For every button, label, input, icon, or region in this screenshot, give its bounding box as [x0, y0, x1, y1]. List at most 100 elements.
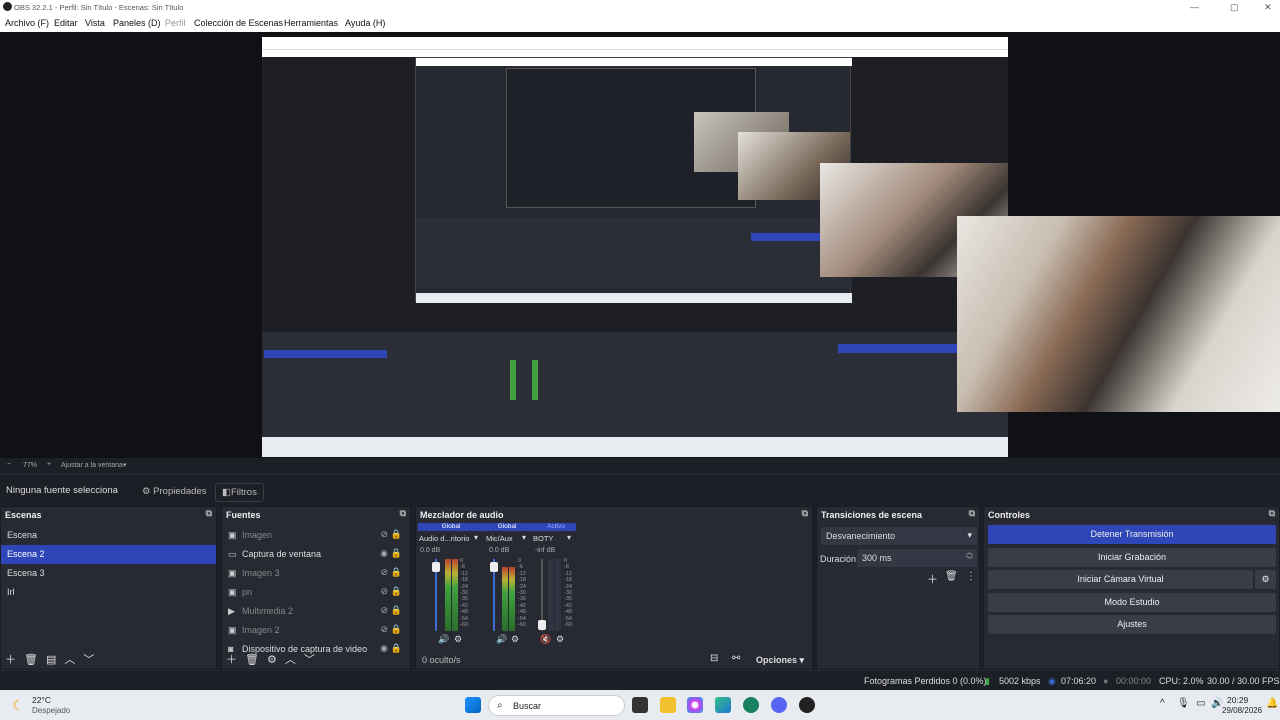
dock-options-icon[interactable]: ⧉	[400, 508, 406, 519]
lock-icon[interactable]: 🔒	[391, 529, 402, 540]
trash-icon[interactable]: 🗑	[24, 654, 38, 666]
windows-start-icon[interactable]	[465, 697, 481, 713]
chevron-down-icon[interactable]: ▾	[522, 533, 526, 542]
scene-item-selected[interactable]: Escena 2	[1, 545, 216, 564]
chevron-up-icon[interactable]: ^	[1160, 698, 1165, 709]
dock-options-icon[interactable]: ⧉	[206, 508, 212, 519]
options-button[interactable]: Opciones ▾	[756, 655, 804, 666]
search-box[interactable]: ⌕ Buscar	[488, 695, 625, 716]
properties-button[interactable]: ⚙ Propiedades	[136, 483, 213, 500]
menu-ayuda[interactable]: Ayuda (H)	[345, 18, 385, 28]
gear-icon[interactable]: ⚙	[267, 654, 277, 666]
chevron-down-icon[interactable]: ▾	[474, 533, 478, 542]
transition-select[interactable]: Desvanecimiento ▾	[821, 527, 977, 545]
volume-knob[interactable]	[490, 562, 498, 572]
source-item[interactable]: ▭ Captura de ventana ◉ 🔒	[222, 545, 410, 564]
speaker-icon[interactable]: 🔊	[438, 634, 449, 645]
scene-item[interactable]: Escena	[1, 526, 216, 545]
lock-icon[interactable]: 🔒	[391, 586, 402, 597]
copilot-icon[interactable]	[687, 697, 703, 713]
gear-icon[interactable]: ⚙	[1255, 570, 1276, 589]
source-item[interactable]: ▶ Multimedia 2 ⊘ 🔒	[222, 602, 410, 621]
close-button[interactable]: ✕	[1264, 2, 1272, 13]
chevron-up-icon[interactable]: ︿	[285, 654, 296, 666]
lock-icon[interactable]: 🔒	[391, 624, 402, 635]
lock-icon[interactable]: 🔒	[391, 548, 402, 559]
speaker-icon[interactable]: 🔊	[496, 634, 507, 645]
eye-icon[interactable]: ◉	[380, 643, 388, 654]
dock-options-icon[interactable]: ⧉	[802, 508, 808, 519]
task-view-icon[interactable]	[632, 697, 648, 713]
zoom-out-button[interactable]: −	[7, 461, 11, 468]
obs-icon[interactable]	[799, 697, 815, 713]
chevron-down-icon[interactable]: ▾	[567, 533, 571, 542]
speaker-muted-icon[interactable]: 🔇	[540, 634, 551, 645]
menu-vista[interactable]: Vista	[85, 18, 105, 28]
add-icon[interactable]: ＋	[5, 654, 16, 666]
zoom-in-button[interactable]: +	[47, 461, 51, 468]
chevron-down-icon[interactable]: ﹀	[83, 654, 94, 666]
link-icon[interactable]: ⚯	[732, 653, 740, 664]
menu-archivo[interactable]: Archivo (F)	[5, 18, 49, 28]
eye-off-icon[interactable]: ⊘	[380, 605, 388, 616]
filter-icon[interactable]: ▤	[46, 654, 56, 666]
source-item[interactable]: ▣ pn ⊘ 🔒	[222, 583, 410, 602]
chevron-down-icon[interactable]: ▾	[123, 461, 127, 469]
microphone-icon[interactable]: 🎙	[1177, 698, 1190, 709]
scene-item[interactable]: Escena 3	[1, 564, 216, 583]
menu-herramientas[interactable]: Herramientas	[284, 18, 338, 28]
dock-options-icon[interactable]: ⧉	[969, 508, 975, 519]
chevron-up-icon[interactable]: ︿	[64, 654, 75, 666]
dock-options-icon[interactable]: ⧉	[1269, 508, 1275, 519]
edge-icon[interactable]	[715, 697, 731, 713]
source-item[interactable]: ▣ Imagen 3 ⊘ 🔒	[222, 564, 410, 583]
stepper-icon[interactable]: ︿ ﹀	[966, 549, 973, 565]
lock-icon[interactable]: 🔒	[391, 567, 402, 578]
scene-item[interactable]: Irl	[1, 583, 216, 602]
eye-off-icon[interactable]: ⊘	[380, 529, 388, 540]
settings-button[interactable]: Ajustes	[988, 615, 1276, 634]
filters-button[interactable]: ◧Filtros	[215, 483, 264, 502]
layout-icon[interactable]: ⊟	[710, 653, 718, 664]
eye-off-icon[interactable]: ⊘	[380, 567, 388, 578]
menu-editar[interactable]: Editar	[54, 18, 78, 28]
db-scale: 0 -6 -12 -18 -24 -30 -36 -42 -48 -54 -60	[564, 558, 572, 629]
menu-coleccion-escenas[interactable]: Colección de Escenas	[194, 18, 283, 28]
chevron-down-icon[interactable]: ﹀	[304, 654, 315, 666]
folder-icon[interactable]	[660, 697, 676, 713]
eye-off-icon[interactable]: ⊘	[380, 624, 388, 635]
app-icon[interactable]	[743, 697, 759, 713]
menu-perfil[interactable]: Perfil	[165, 18, 186, 28]
volume-knob[interactable]	[432, 562, 440, 572]
source-item[interactable]: ▣ Imagen 2 ⊘ 🔒	[222, 621, 410, 640]
more-icon[interactable]: ⋮	[966, 571, 976, 582]
gear-icon[interactable]: ⚙	[556, 634, 564, 645]
virtual-camera-button[interactable]: Iniciar Cámara Virtual	[988, 570, 1253, 589]
trash-icon[interactable]: 🗑	[945, 571, 958, 582]
stop-stream-button[interactable]: Detener Transmisión	[988, 525, 1276, 544]
discord-icon[interactable]	[771, 697, 787, 713]
cpu-usage: CPU: 2.0%	[1159, 676, 1204, 686]
preview-canvas[interactable]	[262, 37, 1008, 457]
title-bar: OBS 32.2.1 - Perfil: Sin Título - Escena…	[0, 0, 1280, 14]
minimize-button[interactable]: —	[1190, 2, 1199, 12]
add-icon[interactable]: ＋	[927, 571, 938, 587]
menu-paneles[interactable]: Paneles (D)	[113, 18, 161, 28]
eye-off-icon[interactable]: ⊘	[380, 586, 388, 597]
start-recording-button[interactable]: Iniciar Grabación	[988, 548, 1276, 567]
add-icon[interactable]: ＋	[226, 654, 237, 666]
volume-knob[interactable]	[538, 620, 546, 630]
lock-icon[interactable]: 🔒	[391, 605, 402, 616]
maximize-button[interactable]: ▢	[1230, 2, 1239, 13]
notification-icon[interactable]: 🔔	[1266, 698, 1278, 709]
duration-spinner[interactable]: 300 ms ︿ ﹀	[857, 549, 977, 567]
zoom-fit-select[interactable]: Ajustar a la ventana	[61, 462, 123, 469]
eye-icon[interactable]: ◉	[380, 548, 388, 559]
studio-mode-button[interactable]: Modo Estudio	[988, 593, 1276, 612]
trash-icon[interactable]: 🗑	[245, 654, 259, 666]
gear-icon[interactable]: ⚙	[511, 634, 519, 645]
source-item[interactable]: ▣ Imagen ⊘ 🔒	[222, 526, 410, 545]
gear-icon[interactable]: ⚙	[454, 634, 462, 645]
monitor-icon[interactable]: ▭	[1196, 698, 1205, 709]
lock-icon[interactable]: 🔒	[391, 643, 402, 654]
